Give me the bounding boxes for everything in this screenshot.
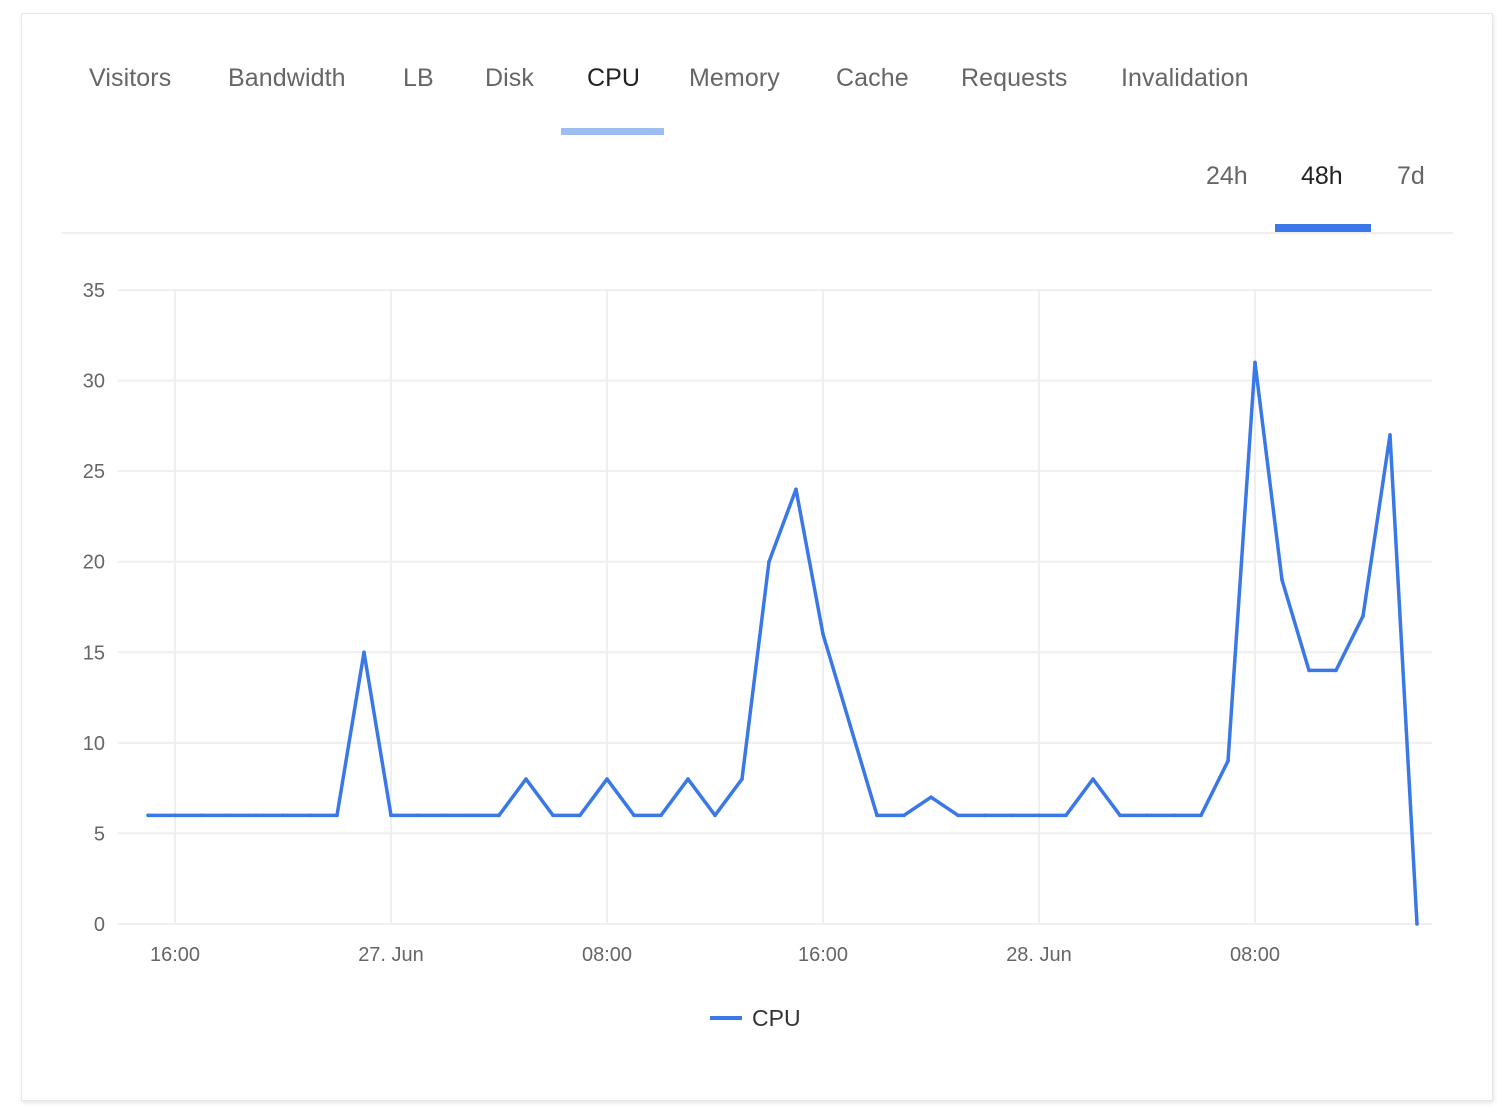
legend-cpu-label[interactable]: CPU bbox=[752, 1005, 801, 1031]
cpu-data-point[interactable] bbox=[254, 813, 258, 818]
cpu-data-point[interactable] bbox=[686, 777, 690, 781]
y-tick-label: 15 bbox=[83, 642, 105, 664]
cpu-data-point[interactable] bbox=[713, 813, 717, 818]
cpu-data-point[interactable] bbox=[1091, 777, 1095, 781]
cpu-data-point[interactable] bbox=[1064, 813, 1068, 818]
cpu-data-point[interactable] bbox=[1199, 813, 1203, 818]
cpu-data-point[interactable] bbox=[470, 813, 474, 818]
x-tick-label: 28. Jun bbox=[1006, 944, 1072, 966]
cpu-data-point[interactable] bbox=[848, 722, 852, 727]
x-tick-label: 08:00 bbox=[582, 944, 632, 966]
y-tick-label: 10 bbox=[83, 733, 105, 755]
y-tick-label: 30 bbox=[83, 371, 105, 393]
cpu-data-point[interactable] bbox=[146, 813, 150, 818]
x-tick-label: 27. Jun bbox=[358, 944, 424, 966]
cpu-data-point[interactable] bbox=[335, 813, 339, 818]
cpu-data-point[interactable] bbox=[1280, 578, 1284, 582]
cpu-data-point[interactable] bbox=[1415, 922, 1419, 926]
cpu-data-point[interactable] bbox=[1307, 668, 1311, 673]
cpu-data-point[interactable] bbox=[794, 487, 798, 492]
cpu-data-point[interactable] bbox=[1172, 813, 1176, 818]
cpu-line-chart: 0 5 10 15 20 25 30 35 16:00 27. Jun 08:00 16:00 28.… bbox=[83, 280, 1432, 1031]
y-tick-label: 20 bbox=[83, 552, 105, 574]
cpu-data-point[interactable] bbox=[1118, 813, 1122, 818]
cpu-data-point[interactable] bbox=[1145, 813, 1149, 818]
cpu-data-point[interactable] bbox=[632, 813, 636, 818]
cpu-data-point[interactable] bbox=[227, 813, 231, 818]
cpu-data-point[interactable] bbox=[362, 650, 366, 655]
cpu-data-point[interactable] bbox=[497, 813, 501, 818]
cpu-data-point[interactable] bbox=[902, 813, 906, 818]
cpu-data-point[interactable] bbox=[983, 813, 987, 818]
cpu-data-point[interactable] bbox=[578, 813, 582, 818]
cpu-data-point[interactable] bbox=[767, 559, 771, 564]
cpu-data-point[interactable] bbox=[929, 795, 933, 799]
cpu-data-point[interactable] bbox=[1226, 759, 1230, 763]
cpu-data-point[interactable] bbox=[1388, 433, 1392, 437]
cpu-series-line[interactable] bbox=[148, 360, 1419, 925]
x-tick-label: 16:00 bbox=[150, 944, 200, 966]
cpu-data-point[interactable] bbox=[200, 813, 204, 818]
legend[interactable]: CPU bbox=[710, 1005, 801, 1031]
cpu-data-point[interactable] bbox=[1334, 668, 1338, 673]
cpu-data-point[interactable] bbox=[1361, 614, 1365, 618]
cpu-data-point[interactable] bbox=[875, 813, 879, 818]
cpu-data-point[interactable] bbox=[389, 813, 393, 818]
cpu-data-point[interactable] bbox=[659, 813, 663, 818]
cpu-data-point[interactable] bbox=[524, 777, 528, 781]
cpu-data-point[interactable] bbox=[605, 777, 609, 781]
cpu-data-point[interactable] bbox=[443, 813, 447, 818]
y-tick-label: 5 bbox=[94, 823, 105, 845]
cpu-data-point[interactable] bbox=[281, 813, 285, 818]
cpu-data-point[interactable] bbox=[1010, 813, 1014, 818]
cpu-data-point[interactable] bbox=[956, 813, 960, 818]
cpu-data-point[interactable] bbox=[1253, 360, 1257, 365]
cpu-data-point[interactable] bbox=[740, 777, 744, 781]
cpu-data-point[interactable] bbox=[551, 813, 555, 818]
y-tick-label: 0 bbox=[94, 914, 105, 936]
cpu-data-point[interactable] bbox=[821, 632, 825, 636]
cpu-data-point[interactable] bbox=[308, 813, 312, 818]
x-tick-label: 16:00 bbox=[798, 944, 848, 966]
cpu-data-point[interactable] bbox=[416, 813, 420, 818]
y-tick-label: 35 bbox=[83, 280, 105, 302]
cpu-data-point[interactable] bbox=[1037, 813, 1041, 818]
x-tick-label: 08:00 bbox=[1230, 944, 1280, 966]
y-tick-label: 25 bbox=[83, 461, 105, 483]
cpu-data-point[interactable] bbox=[173, 813, 177, 818]
